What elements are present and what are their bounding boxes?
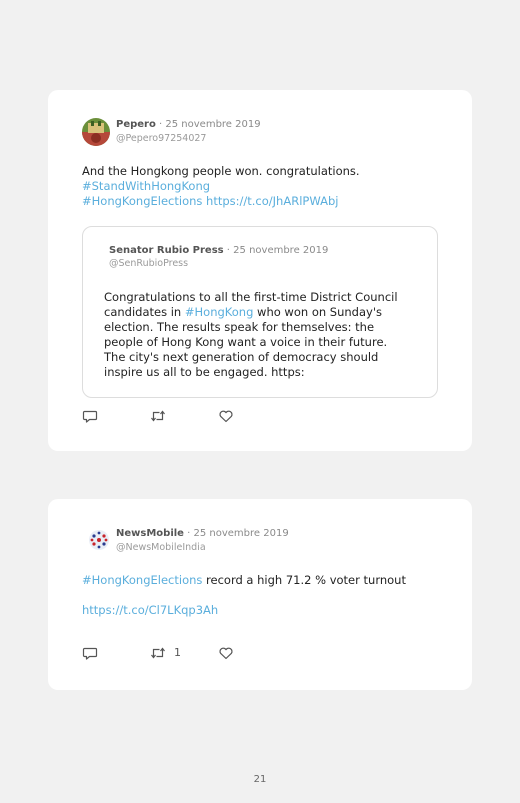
heart-icon[interactable]	[218, 408, 234, 424]
tweet-text-line: And the Hongkong people won. congratulat…	[82, 164, 360, 178]
retweet-icon[interactable]	[150, 408, 166, 424]
hashtag-link[interactable]: #HongKong	[185, 305, 254, 319]
hashtag-link[interactable]: #HongKongElections	[82, 194, 202, 208]
tweet-date: · 25 novembre 2019	[155, 119, 261, 130]
avatar[interactable]	[82, 118, 110, 146]
author-handle[interactable]: @NewsMobileIndia	[116, 542, 206, 553]
reply-icon[interactable]	[82, 645, 98, 661]
url-link[interactable]: https://t.co/Cl7LKqp3Ah	[82, 603, 218, 617]
hashtag-link[interactable]: #HongKongElections	[82, 573, 202, 587]
tweet-text: #HongKongElections record a high 71.2 % …	[82, 573, 406, 617]
quoted-tweet-date: · 25 novembre 2019	[223, 245, 329, 256]
hashtag-link[interactable]: #StandWithHongKong	[82, 179, 210, 193]
author-name[interactable]: NewsMobile · 25 novembre 2019	[116, 528, 289, 539]
quoted-author-handle[interactable]: @SenRubioPress	[109, 258, 188, 269]
author-name[interactable]: Pepero · 25 novembre 2019	[116, 119, 261, 130]
quoted-tweet[interactable]: Senator Rubio Press · 25 novembre 2019 @…	[82, 226, 438, 398]
tweet-actions	[82, 408, 282, 424]
quoted-author-name[interactable]: Senator Rubio Press · 25 novembre 2019	[109, 245, 328, 256]
heart-icon[interactable]	[218, 645, 234, 661]
retweet-count: 1	[174, 646, 181, 659]
avatar[interactable]	[86, 527, 112, 553]
author-handle[interactable]: @Pepero97254027	[116, 133, 206, 144]
tweet-date: · 25 novembre 2019	[183, 528, 289, 539]
tweet-actions: 1	[82, 645, 282, 661]
quoted-tweet-text: Congratulations to all the first-time Di…	[104, 290, 398, 379]
tweet-text: And the Hongkong people won. congratulat…	[82, 164, 442, 209]
retweet-icon[interactable]	[150, 645, 166, 661]
url-link[interactable]: https://t.co/JhARlPWAbj	[206, 194, 338, 208]
tweet-card: NewsMobile · 25 novembre 2019 @NewsMobil…	[48, 499, 472, 690]
reply-icon[interactable]	[82, 408, 98, 424]
page-number: 21	[253, 774, 267, 785]
tweet-card: Pepero · 25 novembre 2019 @Pepero9725402…	[48, 90, 472, 451]
